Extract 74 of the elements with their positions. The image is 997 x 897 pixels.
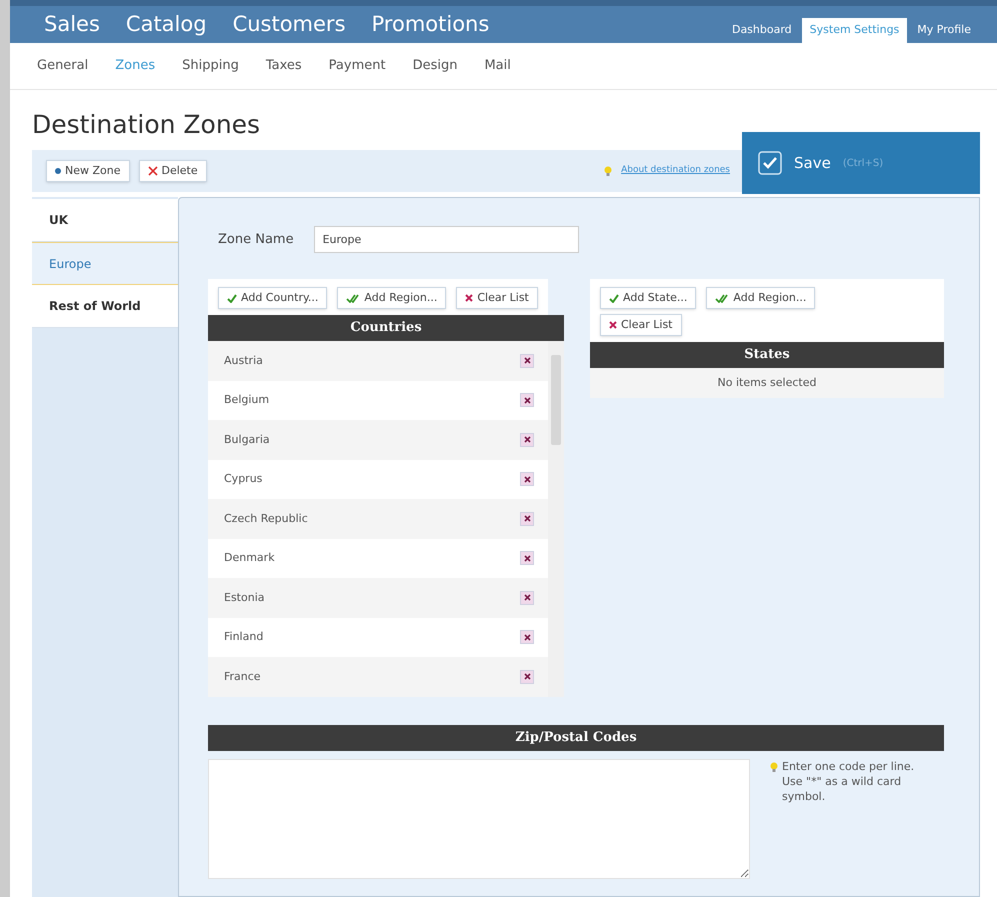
double-check-icon xyxy=(715,294,730,302)
toolbar-button[interactable]: Add Region... xyxy=(337,287,446,309)
zone-name-field[interactable]: Europe xyxy=(314,226,579,253)
country-name: France xyxy=(224,668,261,684)
checkbox-icon xyxy=(758,151,782,175)
close-icon xyxy=(524,594,530,602)
check-icon xyxy=(227,294,237,302)
close-icon xyxy=(524,554,530,562)
close-icon xyxy=(524,515,530,522)
close-icon xyxy=(524,436,530,444)
close-icon xyxy=(524,396,530,404)
zone-item[interactable]: Europe xyxy=(32,242,178,285)
close-icon xyxy=(609,321,617,329)
country-name: Bulgaria xyxy=(224,432,270,448)
country-name: Belgium xyxy=(224,392,270,408)
remove-button[interactable] xyxy=(520,630,534,644)
sub-nav-link[interactable]: Design xyxy=(412,56,458,76)
country-name: Denmark xyxy=(224,550,275,566)
main-nav-link[interactable]: Catalog xyxy=(126,14,207,35)
toolbar-button[interactable]: Add Country... xyxy=(218,287,328,309)
close-icon xyxy=(148,166,158,176)
top-tab[interactable]: My Profile xyxy=(911,18,977,43)
remove-button[interactable] xyxy=(520,393,534,408)
double-check-icon xyxy=(346,294,360,302)
remove-button[interactable] xyxy=(520,472,534,486)
shortcut-label: (Ctrl+S) xyxy=(842,156,884,170)
sub-nav-link[interactable]: Shipping xyxy=(182,56,239,76)
page-title: Destination Zones xyxy=(32,109,262,141)
toolbar-button[interactable]: Add Region... xyxy=(706,287,816,309)
close-icon xyxy=(465,294,474,302)
check-icon xyxy=(609,294,619,302)
close-icon xyxy=(524,673,530,680)
save-button[interactable]: Save (Ctrl+S) xyxy=(742,132,980,194)
remove-button[interactable] xyxy=(520,432,534,447)
lightbulb-icon xyxy=(604,166,612,176)
save-label: Save xyxy=(794,152,831,174)
sub-nav-link[interactable]: General xyxy=(37,56,88,76)
zone-item[interactable]: UK xyxy=(32,199,178,242)
country-name: Austria xyxy=(224,352,263,368)
zone-item[interactable]: Rest of World xyxy=(32,285,178,328)
list-header: States xyxy=(590,342,944,368)
close-icon xyxy=(524,357,530,364)
close-icon xyxy=(524,634,530,641)
country-name: Finland xyxy=(224,629,264,645)
sub-nav-link[interactable]: Payment xyxy=(328,56,386,76)
country-name: Czech Republic xyxy=(224,510,308,526)
remove-button[interactable] xyxy=(520,354,534,368)
zone-name-label: Zone Name xyxy=(218,230,294,249)
main-nav-link[interactable]: Customers xyxy=(232,14,346,35)
toolbar-button[interactable]: New Zone xyxy=(46,160,130,182)
close-icon xyxy=(524,476,530,483)
toolbar-button[interactable]: Delete xyxy=(138,160,207,182)
main-nav-link[interactable]: Promotions xyxy=(372,14,490,35)
lightbulb-icon xyxy=(770,762,778,772)
toolbar-button[interactable]: Add State... xyxy=(600,287,696,309)
remove-button[interactable] xyxy=(520,512,534,526)
remove-button[interactable] xyxy=(520,590,534,605)
scrollbar[interactable] xyxy=(548,341,564,696)
main-nav-link[interactable]: Sales xyxy=(44,14,100,35)
list-header: Countries xyxy=(208,315,564,341)
dot-icon xyxy=(55,168,61,174)
remove-button[interactable] xyxy=(520,551,534,566)
toolbar-button[interactable]: Clear List xyxy=(456,287,538,309)
toolbar-button[interactable]: Clear List xyxy=(600,314,682,336)
sub-nav-link[interactable]: Taxes xyxy=(266,56,302,76)
country-name: Estonia xyxy=(224,590,264,606)
zip-codes-field[interactable] xyxy=(208,758,750,878)
remove-button[interactable] xyxy=(520,670,534,684)
top-tab[interactable]: Dashboard xyxy=(726,18,798,43)
section-header: Zip/Postal Codes xyxy=(208,724,944,750)
sub-nav-link[interactable]: Mail xyxy=(484,56,511,76)
zip-hint: Enter one code per line. Use "*" as a wild card symbol. xyxy=(782,758,916,804)
empty-message: No items selected xyxy=(590,368,944,398)
country-name: Cyprus xyxy=(224,471,262,487)
